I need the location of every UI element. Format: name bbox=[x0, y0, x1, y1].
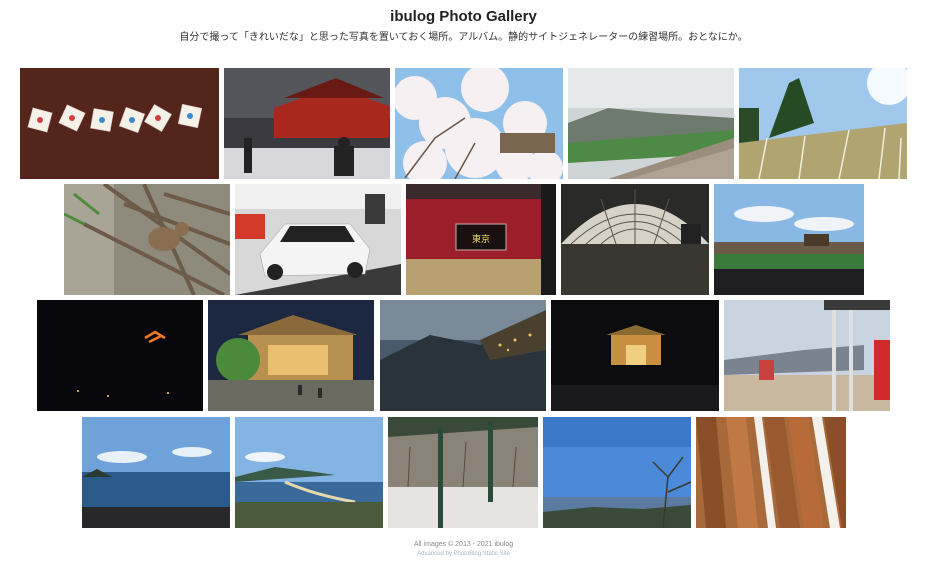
photo-dome-stadium[interactable] bbox=[561, 184, 709, 295]
photo-chinese-temple[interactable] bbox=[208, 300, 374, 411]
photo-gallery: ibulog Photo Gallery 自分で撮って「きれいだな」と思った写真… bbox=[0, 0, 927, 573]
photo-monkey-on-branches[interactable] bbox=[64, 184, 230, 295]
photo-red-train[interactable]: 東京 bbox=[406, 184, 556, 295]
photo-bay-tree-silhouette[interactable] bbox=[543, 417, 691, 528]
photo-temple-in-snow[interactable] bbox=[224, 68, 390, 179]
photo-night-fire-mountain[interactable] bbox=[37, 300, 203, 411]
photo-wooden-slats[interactable] bbox=[696, 417, 846, 528]
photo-sandbar-view[interactable] bbox=[235, 417, 383, 528]
photo-pampas-grass-field[interactable] bbox=[739, 68, 907, 179]
photo-misty-valley[interactable] bbox=[568, 68, 734, 179]
photo-mountain-dusk-lights[interactable] bbox=[380, 300, 546, 411]
photo-cherry-blossoms[interactable] bbox=[395, 68, 563, 179]
photo-dice-on-table[interactable] bbox=[20, 68, 219, 179]
photo-sea-coast[interactable] bbox=[82, 417, 230, 528]
footer-credit[interactable]: Advanced by PhotoBlog Static Site bbox=[0, 551, 927, 557]
photo-snowy-pavilion[interactable] bbox=[388, 417, 538, 528]
photo-beach-shop[interactable] bbox=[724, 300, 890, 411]
footer-copyright: All images © 2013 - 2021 ibulog bbox=[413, 541, 514, 548]
photo-night-gate[interactable] bbox=[551, 300, 719, 411]
site-subtitle: 自分で撮って「きれいだな」と思った写真を置いておく場所。アルバム。静的サイトジェ… bbox=[179, 32, 748, 43]
svg-text:東京: 東京 bbox=[472, 233, 490, 245]
site-title: ibulog Photo Gallery bbox=[390, 8, 537, 25]
photo-baseball-stadium[interactable] bbox=[714, 184, 864, 295]
photo-white-sports-car[interactable] bbox=[235, 184, 401, 295]
